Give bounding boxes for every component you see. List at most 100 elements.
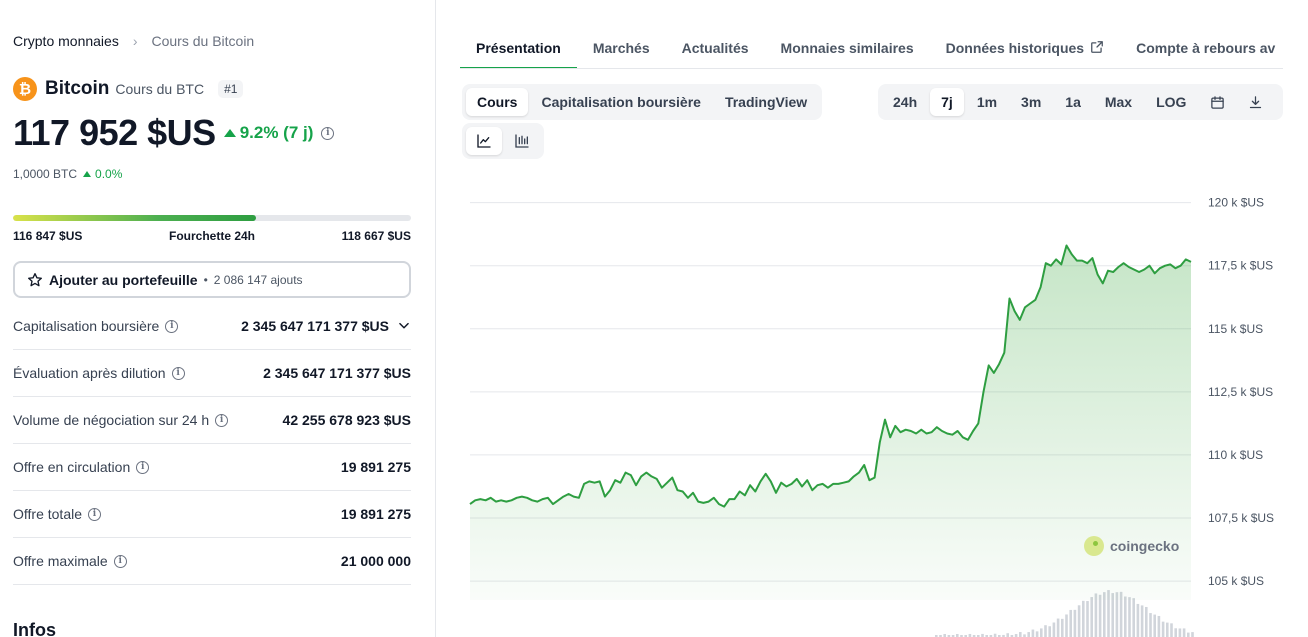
- download-button[interactable]: [1237, 88, 1273, 116]
- line-chart-button[interactable]: [466, 127, 502, 155]
- stat-row-volume-24h: Volume de négociation sur 24 h i 42 255 6…: [13, 397, 411, 444]
- stat-label: Capitalisation boursière i: [13, 318, 179, 334]
- tab-countdown[interactable]: Compte à rebours av: [1120, 29, 1283, 68]
- external-link-icon: [1091, 41, 1103, 53]
- volume-bar: [1170, 623, 1173, 637]
- btc-price-row: 1,0000 BTC 0.0%: [13, 167, 122, 181]
- price-change-value: 9.2% (7 j): [239, 123, 314, 142]
- y-tick-label: 112,5 k $US: [1208, 385, 1273, 399]
- volume-bar: [1132, 598, 1135, 637]
- tab-label: Monnaies similaires: [780, 40, 914, 56]
- infos-heading: Infos: [13, 620, 56, 637]
- volume-bar: [1128, 597, 1131, 637]
- breadcrumb-root-link[interactable]: Crypto monnaies: [13, 33, 119, 49]
- range-high: 118 667 $US: [341, 229, 411, 243]
- btc-change: 0.0%: [83, 167, 122, 181]
- candlestick-chart-button[interactable]: [504, 127, 540, 155]
- volume-bar: [1187, 632, 1190, 637]
- y-axis-ticks: 120 k $US 117,5 k $US 115 k $US 112,5 k $US…: [1208, 196, 1274, 588]
- stat-label-text: Offre totale: [13, 506, 83, 522]
- info-icon[interactable]: i: [165, 319, 179, 333]
- stat-value-text: 2 345 647 171 377 $US: [241, 318, 389, 334]
- portfolio-count: 2 086 147 ajouts: [213, 272, 303, 287]
- tab-presentation[interactable]: Présentation: [460, 29, 577, 68]
- y-tick-label: 105 k $US: [1208, 574, 1264, 588]
- calendar-button[interactable]: [1199, 88, 1235, 116]
- tab-news[interactable]: Actualités: [666, 29, 765, 68]
- volume-bar: [1166, 622, 1169, 637]
- tab-similar-coins[interactable]: Monnaies similaires: [765, 29, 930, 68]
- chevron-down-icon[interactable]: [397, 319, 411, 333]
- info-icon[interactable]: i: [136, 460, 150, 474]
- info-icon[interactable]: i: [321, 126, 335, 140]
- range-label: Fourchette 24h: [168, 229, 255, 243]
- volume-bar: [1069, 609, 1072, 637]
- stat-row-fdv: Évaluation après dilution i 2 345 647 171…: [13, 350, 411, 397]
- price-chart[interactable]: 120 k $US 117,5 k $US 115 k $US 112,5 k $US…: [460, 190, 1283, 637]
- time-range-selector: 24h 7j 1m 3m 1a Max LOG: [878, 84, 1283, 120]
- download-icon: [1249, 95, 1262, 108]
- info-icon[interactable]: i: [113, 554, 127, 568]
- coin-name: Bitcoin: [45, 78, 110, 99]
- volume-bar: [1098, 594, 1102, 637]
- volume-bar: [1182, 628, 1186, 637]
- price-change: 9.2% (7 j): [223, 123, 314, 143]
- stat-value: 19 891 275: [340, 459, 411, 475]
- volume-bar: [1077, 605, 1081, 637]
- range-1m-button[interactable]: 1m: [966, 88, 1008, 116]
- stat-label-text: Offre maximale: [13, 553, 108, 569]
- stat-label-text: Offre en circulation: [13, 459, 131, 475]
- stat-label-text: Capitalisation boursière: [13, 318, 160, 334]
- current-price: 117 952 $US: [13, 112, 216, 153]
- stat-value: 19 891 275: [340, 506, 411, 522]
- tab-markets[interactable]: Marchés: [577, 29, 666, 68]
- caret-up-icon: [83, 171, 92, 177]
- chart-type-tradingview[interactable]: TradingView: [714, 88, 818, 116]
- stat-value: 42 255 678 923 $US: [282, 412, 411, 428]
- stat-label-text: Évaluation après dilution: [13, 365, 166, 381]
- stat-row-max-supply: Offre maximale i 21 000 000: [13, 538, 411, 585]
- coin-overview-panel: Crypto monnaies › Cours du Bitcoin ₿ Bit…: [0, 0, 436, 637]
- price-row: 117 952 $US 9.2% (7 j) i: [13, 112, 335, 154]
- log-scale-button[interactable]: LOG: [1145, 88, 1197, 116]
- volume-bar: [1086, 601, 1089, 637]
- volume-bar: [1157, 615, 1161, 637]
- tab-historical-data[interactable]: Données historiques: [930, 29, 1120, 68]
- portfolio-separator: •: [203, 272, 208, 287]
- info-icon[interactable]: i: [215, 413, 229, 427]
- volume-bar: [1065, 614, 1068, 637]
- range-1y-button[interactable]: 1a: [1054, 88, 1092, 116]
- stat-row-circulating-supply: Offre en circulation i 19 891 275: [13, 444, 411, 491]
- chart-type-price[interactable]: Cours: [466, 88, 529, 116]
- stat-label: Volume de négociation sur 24 h i: [13, 412, 229, 428]
- tab-label: Marchés: [592, 40, 650, 56]
- info-icon[interactable]: i: [88, 507, 102, 521]
- stat-value: 2 345 647 171 377 $US: [263, 365, 411, 381]
- coingecko-logo-icon: [1084, 536, 1104, 556]
- volume-bar: [1048, 626, 1051, 637]
- range-3m-button[interactable]: 3m: [1010, 88, 1052, 116]
- main-tabs: Présentation Marchés Actualités Monnaies…: [460, 29, 1283, 69]
- star-icon: [28, 272, 42, 286]
- coingecko-watermark: coingecko: [1084, 536, 1179, 556]
- candlestick-chart-icon: [515, 134, 529, 148]
- chart-type-market-cap[interactable]: Capitalisation boursière: [530, 88, 711, 116]
- breadcrumb: Crypto monnaies › Cours du Bitcoin: [13, 33, 254, 49]
- volume-bar: [1006, 633, 1009, 637]
- volume-bar: [1145, 606, 1148, 637]
- volume-bar: [1073, 609, 1077, 637]
- add-to-portfolio-button[interactable]: Ajouter au portefeuille • 2 086 147 ajou…: [13, 261, 411, 298]
- info-icon[interactable]: i: [171, 366, 185, 380]
- volume-bar: [1056, 618, 1060, 637]
- range-max-button[interactable]: Max: [1094, 88, 1143, 116]
- tab-label: Compte à rebours av: [1136, 40, 1276, 56]
- stat-row-total-supply: Offre totale i 19 891 275: [13, 491, 411, 538]
- chart-type-selector: Cours Capitalisation boursière TradingVi…: [462, 84, 823, 120]
- range-7d-button[interactable]: 7j: [930, 88, 964, 116]
- stat-row-market-cap[interactable]: Capitalisation boursière i 2 345 647 171 …: [13, 303, 411, 350]
- volume-bar: [1090, 597, 1093, 637]
- range-low: 116 847 $US: [13, 229, 83, 243]
- range-24h-button[interactable]: 24h: [882, 88, 928, 116]
- y-tick-label: 107,5 k $US: [1208, 511, 1274, 525]
- stat-label: Offre totale i: [13, 506, 102, 522]
